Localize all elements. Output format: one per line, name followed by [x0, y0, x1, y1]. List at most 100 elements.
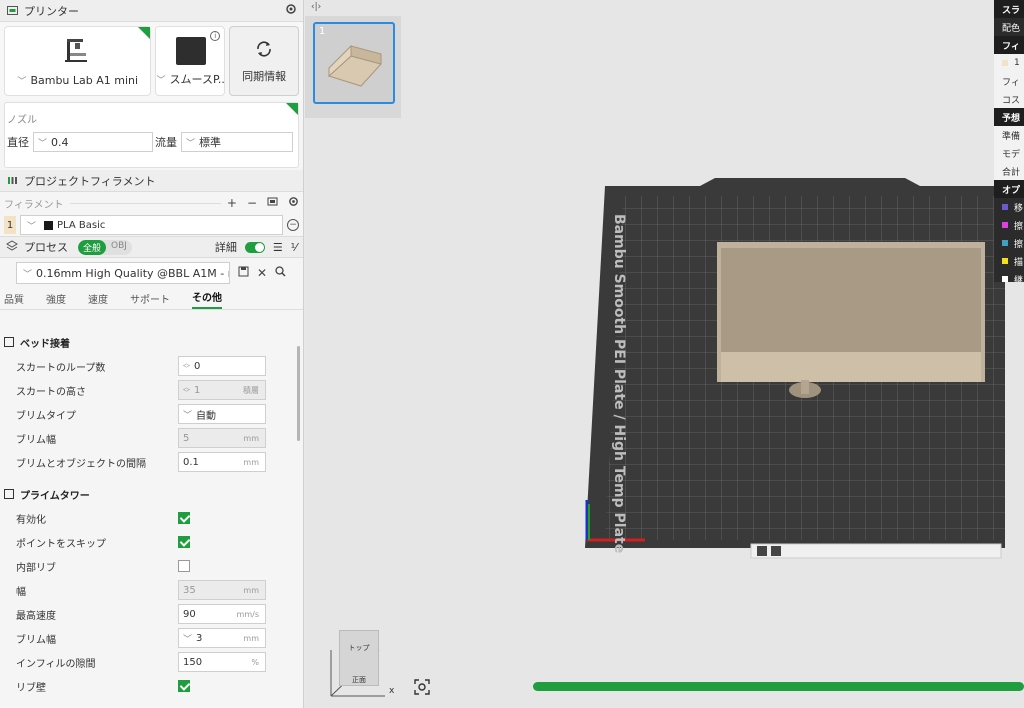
prime-enable-row: 有効化	[0, 506, 296, 530]
max-speed-field[interactable]: 90 mm/s	[178, 604, 266, 624]
nozzle-diameter-label: 直径	[7, 136, 29, 149]
detail-label: 詳細	[214, 241, 237, 254]
gear-icon[interactable]	[285, 3, 297, 18]
tab-speed[interactable]: 速度	[88, 291, 108, 309]
flow-label: 流量	[155, 136, 177, 149]
prime-brim-width-row: ブリム幅 ﹀ 3 mm	[0, 626, 296, 650]
search-icon[interactable]	[275, 266, 286, 280]
legend-swatch-0	[1002, 204, 1008, 210]
filament-sync-icon[interactable]	[267, 196, 278, 210]
left-sidebar: プリンター ﹀ Bambu Lab A1 mini i ﹀ スムースP... 同…	[0, 0, 304, 708]
skip-points-row: ポイントをスキップ	[0, 530, 296, 554]
compare-icon[interactable]: ⅟	[291, 241, 297, 254]
view-top-label: トップ	[348, 644, 370, 652]
chevron-down-icon: ﹀	[183, 410, 193, 421]
prime-enable-checkbox[interactable]	[178, 512, 190, 524]
rp-row-3: 1	[1014, 58, 1020, 68]
process-preset-select[interactable]: ﹀ 0.16mm High Quality @BBL A1M - rd...	[16, 262, 230, 284]
rib-wall-checkbox[interactable]	[178, 680, 190, 692]
view-cube[interactable]: トップ 正面	[331, 630, 379, 686]
save-preset-icon[interactable]	[238, 266, 249, 280]
prime-brim-width-stepper[interactable]: ﹀ 3 mm	[178, 628, 266, 648]
chevron-down-icon: ﹀	[27, 221, 37, 232]
chevron-down-icon: ﹀	[23, 269, 33, 280]
tab-support[interactable]: サポート	[130, 291, 170, 309]
selected-corner-mark	[138, 27, 151, 39]
flow-select[interactable]: ﹀ 標準	[181, 132, 293, 152]
tab-others[interactable]: その他	[192, 289, 222, 309]
prime-tower-group: プライムタワー	[0, 482, 296, 506]
plate-label-text: Bambu Smooth PEI Plate / High Temp Plate	[611, 214, 627, 554]
chevron-down-icon: ﹀	[156, 76, 166, 86]
mode-object[interactable]: OBJ	[106, 240, 132, 255]
infill-gap-field[interactable]: 150%	[178, 652, 266, 672]
rp-row-9: 合計	[1002, 167, 1021, 178]
brim-type-select[interactable]: ﹀ 自動	[178, 404, 266, 424]
slice-info-panel: スラ 配色 フィ 1 フィ コス 予想 準備 モデ 合計 オプ 移 擦 擦 描 …	[994, 0, 1024, 282]
close-icon[interactable]: ✕	[257, 266, 267, 280]
skirt-loops-stepper[interactable]: ︿ ﹀ 0	[178, 356, 266, 376]
sync-label: 同期情報	[242, 69, 287, 83]
slicing-progress-bar	[533, 682, 1024, 691]
detail-switch[interactable]	[244, 241, 265, 253]
legend-swatch-4	[1002, 276, 1008, 282]
prime-tower-icon	[4, 489, 14, 499]
plate-name: スムースP...	[169, 73, 225, 86]
rp-row-15: 継	[1014, 275, 1024, 283]
plate-toolbar[interactable]	[750, 543, 1002, 559]
legend-swatch-3	[1002, 258, 1008, 264]
internal-rib-checkbox[interactable]	[178, 560, 190, 572]
chevron-down-icon: ﹀	[183, 634, 193, 645]
rp-row-4: フィ	[1002, 77, 1020, 88]
remove-filament-icon[interactable]: −	[247, 196, 257, 210]
rib-wall-row: リブ壁	[0, 674, 296, 698]
internal-rib-row: 内部リブ	[0, 554, 296, 578]
brim-width-field[interactable]: 5 mm	[178, 428, 266, 448]
process-mode-toggle[interactable]: 全般 OBJ	[78, 239, 132, 255]
process-tabs: 品質 強度 速度 サポート その他	[0, 288, 303, 310]
filament-section-header: プロジェクトフィラメント	[0, 170, 303, 192]
printer-image-icon	[61, 35, 91, 65]
camera-focus-icon[interactable]	[413, 678, 431, 696]
add-filament-icon[interactable]: +	[227, 196, 237, 210]
brim-gap-field[interactable]: 0.1 mm	[178, 452, 266, 472]
sync-info-button[interactable]: 同期情報	[229, 26, 300, 96]
nozzle-diameter-select[interactable]: ﹀ 0.4	[33, 132, 153, 152]
rp-row-6: 予想	[1002, 113, 1021, 124]
model-box	[717, 242, 985, 398]
filament-section-title: プロジェクトフィラメント	[24, 174, 156, 188]
tab-quality[interactable]: 品質	[4, 291, 24, 309]
rp-row-11: 移	[1014, 203, 1024, 214]
bambu-filament-icon	[44, 220, 54, 230]
filament-settings-gear-icon[interactable]	[288, 196, 299, 210]
plate-card[interactable]: i ﹀ スムースP...	[155, 26, 226, 96]
nozzle-title: ノズル	[7, 115, 37, 126]
tab-strength[interactable]: 強度	[46, 291, 66, 309]
printer-name: Bambu Lab A1 mini	[30, 74, 139, 87]
spin-arrows-icon: ︿ ﹀	[183, 383, 190, 397]
skirt-height-stepper[interactable]: ︿ ﹀ 1 積層	[178, 380, 266, 400]
filament-select[interactable]: ﹀ PLA Basic	[20, 215, 283, 235]
info-icon[interactable]: i	[210, 31, 221, 41]
rp-row-1: 配色	[1002, 23, 1021, 34]
filament-index-badge[interactable]: 1	[4, 216, 16, 234]
process-section-header: プロセス 全般 OBJ 詳細 ☰ ⅟	[0, 236, 303, 258]
mode-global[interactable]: 全般	[78, 239, 107, 255]
rp-row-8: モデ	[1002, 149, 1021, 160]
skirt-height-row: スカートの高さ ︿ ﹀ 1 積層	[0, 378, 296, 402]
printer-row: ﹀ Bambu Lab A1 mini i ﹀ スムースP... 同期情報	[0, 22, 303, 100]
remove-circle-icon[interactable]: −	[287, 219, 299, 231]
brim-gap-row: ブリムとオブジェクトの間隔 0.1 mm	[0, 450, 296, 474]
axis-x-label: x	[389, 686, 395, 696]
skip-points-checkbox[interactable]	[178, 536, 190, 548]
filament-subheader: フィラメント + −	[0, 192, 303, 214]
list-icon[interactable]: ☰	[273, 241, 283, 254]
build-plate-scene	[330, 178, 1005, 697]
printer-section-icon	[6, 5, 18, 17]
prime-width-field[interactable]: 35 mm	[178, 580, 266, 600]
settings-scrollbar[interactable]	[297, 346, 300, 441]
printer-card[interactable]: ﹀ Bambu Lab A1 mini	[4, 26, 152, 96]
3d-viewport[interactable]: ‹|› 1 Bambu Smooth PEI Plate / High Temp…	[305, 0, 1024, 708]
process-layers-icon	[6, 240, 18, 254]
selected-corner-mark	[286, 103, 298, 115]
